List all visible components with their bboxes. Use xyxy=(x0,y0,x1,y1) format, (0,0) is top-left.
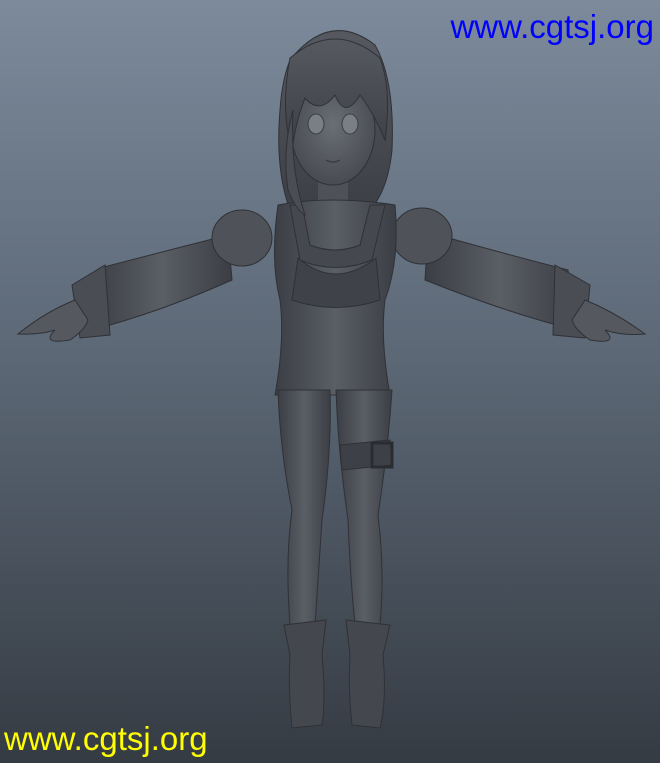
left-boot xyxy=(283,619,327,729)
left-hand xyxy=(16,299,89,342)
right-sleeve xyxy=(391,207,453,265)
3d-viewport[interactable]: www.cgtsj.org www.cgtsj.org xyxy=(0,0,660,763)
watermark-top: www.cgtsj.org xyxy=(450,8,654,45)
left-sleeve xyxy=(211,209,273,267)
character-model xyxy=(16,30,647,729)
left-leg xyxy=(277,389,331,626)
right-hand xyxy=(571,299,647,342)
eye-right xyxy=(341,113,359,135)
left-arm xyxy=(91,234,233,331)
watermark-bottom: www.cgtsj.org xyxy=(4,720,208,757)
right-boot xyxy=(345,619,391,729)
eye-left xyxy=(307,113,325,135)
right-leg xyxy=(335,389,393,626)
